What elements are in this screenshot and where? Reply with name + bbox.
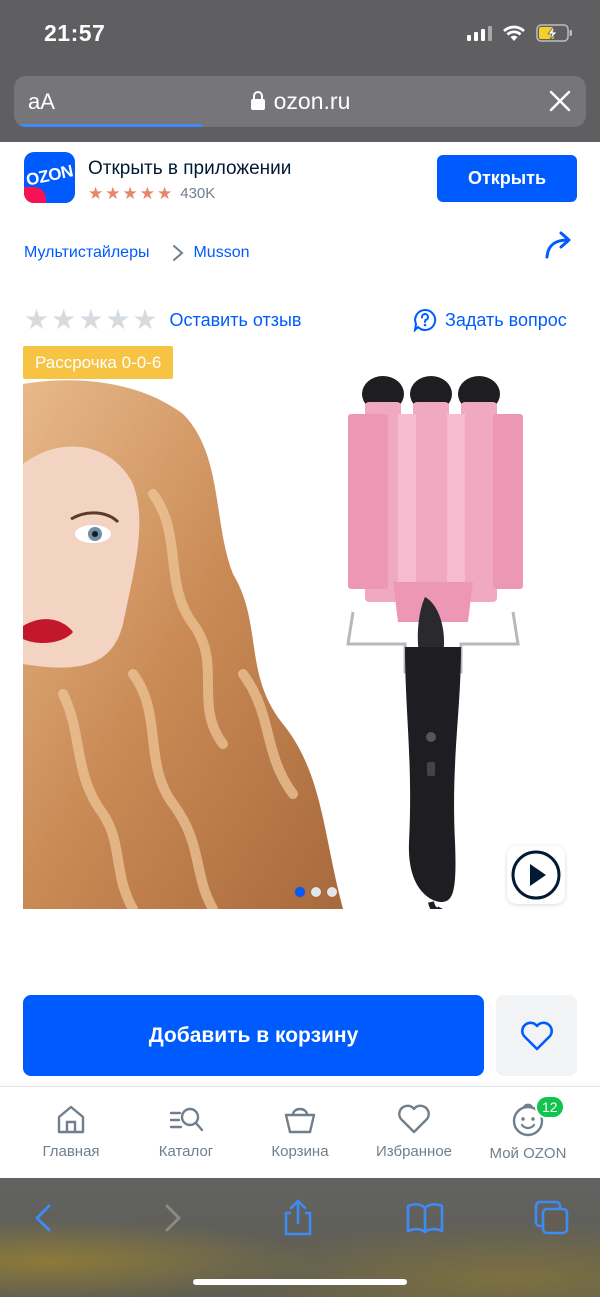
tab-label: Мой OZON	[489, 1145, 567, 1162]
tab-home[interactable]: Главная	[16, 1103, 126, 1160]
tab-cart[interactable]: Корзина	[245, 1103, 355, 1160]
star-empty-icon: ★	[132, 304, 158, 335]
star-icon: ★	[157, 184, 173, 203]
logo-text: OZON	[24, 161, 75, 190]
product-rating: ★ ★ ★ ★ ★ Оставить отзыв	[24, 306, 301, 334]
app-install-banner: OZON Открыть в приложении ★ ★ ★ ★ ★ 430K…	[0, 142, 600, 218]
model-with-curls-image	[23, 380, 343, 909]
star-empty-icon: ★	[105, 304, 131, 335]
bookmarks-button[interactable]	[405, 1198, 445, 1238]
url-display[interactable]: ozon.ru	[14, 88, 586, 117]
tabs-button[interactable]	[532, 1198, 572, 1238]
review-count: 430K	[180, 185, 216, 202]
star-empty-icon: ★	[24, 304, 50, 335]
breadcrumb-item-brand[interactable]: Musson	[193, 244, 249, 262]
page-load-progress	[14, 124, 202, 127]
add-to-favorites-button[interactable]	[496, 995, 577, 1076]
play-video-button[interactable]	[507, 846, 565, 904]
ozon-app-logo[interactable]: OZON	[24, 152, 75, 203]
leave-review-link[interactable]: Оставить отзыв	[170, 310, 302, 331]
banner-rating: ★ ★ ★ ★ ★ 430K	[88, 185, 215, 202]
notification-badge: 12	[535, 1095, 565, 1119]
address-bar[interactable]: aA ozon.ru	[14, 76, 586, 127]
share-icon	[284, 1199, 312, 1236]
back-button[interactable]	[26, 1198, 66, 1238]
status-icons	[467, 24, 574, 42]
tab-label: Корзина	[271, 1143, 329, 1160]
share-button[interactable]	[278, 1198, 318, 1238]
heart-icon	[520, 1021, 553, 1050]
pagination-dot[interactable]	[295, 887, 305, 897]
chevron-left-icon	[35, 1204, 51, 1232]
gallery-pagination	[295, 887, 337, 897]
url-text: ozon.ru	[273, 88, 351, 114]
cart-basket-icon	[284, 1107, 316, 1134]
breadcrumb-item-category[interactable]: Мультистайлеры	[24, 244, 149, 262]
chevron-right-icon	[165, 1204, 181, 1232]
status-time: 21:57	[44, 20, 106, 46]
star-empty-icon: ★	[78, 304, 104, 335]
triple-barrel-curler-image	[346, 376, 523, 909]
tab-label: Главная	[42, 1143, 100, 1160]
lock-icon	[250, 90, 266, 117]
signal-icon	[467, 25, 492, 41]
tab-catalog[interactable]: Каталог	[131, 1103, 241, 1160]
home-icon	[57, 1105, 85, 1134]
banner-title: Открыть в приложении	[88, 158, 292, 179]
wifi-icon	[502, 24, 526, 42]
add-to-cart-button[interactable]: Добавить в корзину	[23, 995, 484, 1076]
pagination-dot[interactable]	[327, 887, 337, 897]
close-icon[interactable]	[548, 89, 572, 113]
star-icon: ★	[139, 184, 155, 203]
product-image-gallery[interactable]: Рассрочка 0-0-6	[23, 346, 577, 909]
star-icon: ★	[105, 184, 121, 203]
browser-chrome: 21:57 aA ozon.ru	[0, 0, 600, 142]
pagination-dot[interactable]	[311, 887, 321, 897]
star-icon: ★	[88, 184, 104, 203]
ask-question-label: Задать вопрос	[445, 309, 567, 330]
battery-charging-icon	[536, 24, 574, 42]
tab-label: Каталог	[158, 1143, 214, 1160]
question-bubble-icon	[413, 308, 437, 332]
star-icon: ★	[122, 184, 138, 203]
tabs-icon	[534, 1200, 569, 1235]
chevron-right-icon	[173, 245, 184, 261]
heart-icon	[398, 1104, 430, 1134]
bottom-tab-bar: Главная Каталог Корзина Избранное 12 Мой…	[0, 1086, 600, 1178]
book-icon	[406, 1202, 444, 1234]
play-icon	[511, 850, 561, 900]
ask-question-link[interactable]: Задать вопрос	[413, 308, 567, 332]
tab-favorites[interactable]: Избранное	[359, 1103, 469, 1160]
star-empty-icon: ★	[51, 304, 77, 335]
breadcrumb: Мультистайлеры Musson	[24, 244, 250, 262]
share-arrow-icon[interactable]	[544, 230, 576, 260]
tab-label: Избранное	[375, 1143, 453, 1160]
open-in-app-button[interactable]: Открыть	[437, 155, 577, 202]
forward-button[interactable]	[152, 1198, 192, 1238]
installment-badge: Рассрочка 0-0-6	[23, 346, 174, 379]
catalog-search-icon	[169, 1107, 204, 1132]
tab-my-ozon[interactable]: 12 Мой OZON	[473, 1095, 583, 1162]
home-indicator	[193, 1279, 407, 1285]
